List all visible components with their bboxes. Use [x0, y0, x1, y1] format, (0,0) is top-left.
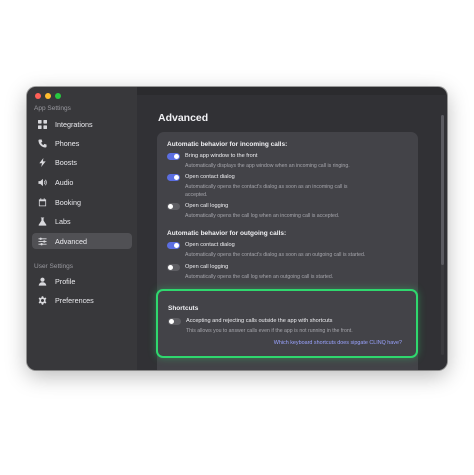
sidebar-item-labs[interactable]: Labs [32, 213, 132, 229]
maximize-window-button[interactable] [55, 93, 61, 99]
page-title: Advanced [158, 112, 209, 124]
toggle-knob [168, 204, 173, 209]
sidebar-item-label: Integrations [55, 119, 93, 129]
sidebar-item-label: Phones [55, 138, 80, 148]
minimize-window-button[interactable] [45, 93, 51, 99]
phone-icon [37, 138, 47, 148]
shortcuts-section: Shortcuts Accepting and rejecting calls … [156, 289, 418, 358]
scrollbar-thumb[interactable] [441, 115, 444, 265]
shortcuts-help-link[interactable]: Which keyboard shortcuts does sipgate CL… [274, 340, 402, 346]
option-label: Open call logging [185, 203, 229, 209]
sidebar-item-label: Boosts [55, 157, 77, 167]
speaker-icon [37, 177, 47, 187]
sidebar: App Settings Integrations Phones Boosts … [27, 87, 137, 370]
option-description: Automatically displays the app window wh… [185, 163, 350, 169]
sidebar-item-booking[interactable]: Booking [32, 194, 132, 210]
person-icon [37, 276, 47, 286]
gear-icon [37, 295, 47, 305]
option-label: Open contact dialog [185, 174, 235, 180]
flask-icon [37, 216, 47, 226]
sidebar-item-integrations[interactable]: Integrations [32, 116, 132, 132]
toggle-outgoing-call-logging[interactable] [167, 264, 180, 271]
toggle-knob [174, 243, 179, 248]
window-controls [35, 93, 61, 99]
close-window-button[interactable] [35, 93, 41, 99]
shortcuts-heading: Shortcuts [168, 305, 199, 312]
option-description: Automatically opens the call log when an… [185, 213, 340, 219]
sidebar-item-profile[interactable]: Profile [32, 273, 132, 289]
option-label: Accepting and rejecting calls outside th… [186, 318, 333, 324]
sidebar-item-label: Profile [55, 276, 76, 286]
toggle-knob [174, 154, 179, 159]
sidebar-item-boosts[interactable]: Boosts [32, 154, 132, 170]
sidebar-item-label: Preferences [55, 295, 94, 305]
option-description: This allows you to answer calls even if … [186, 328, 353, 334]
sidebar-item-advanced[interactable]: Advanced [32, 233, 132, 249]
toggle-knob [169, 319, 174, 324]
sidebar-item-label: Booking [55, 197, 81, 207]
option-label: Open call logging [185, 264, 229, 270]
sidebar-item-label: Advanced [55, 236, 87, 246]
toggle-outgoing-contact-dialog[interactable] [167, 242, 180, 249]
scrollbar[interactable] [441, 115, 444, 355]
option-description: Automatically opens the contact's dialog… [185, 184, 348, 190]
toggle-knob [174, 175, 179, 180]
option-description: Automatically opens the contact's dialog… [185, 252, 366, 258]
grid-icon [37, 119, 47, 129]
incoming-calls-heading: Automatic behavior for incoming calls: [167, 141, 288, 148]
option-description: Automatically opens the call log when an… [185, 274, 334, 280]
sidebar-item-label: Labs [55, 216, 71, 226]
toggle-knob [168, 265, 173, 270]
option-label: Bring app window to the front [185, 153, 258, 159]
toggle-incoming-call-logging[interactable] [167, 203, 180, 210]
user-settings-heading: User Settings [34, 263, 74, 270]
sliders-icon [37, 236, 47, 246]
calendar-icon [37, 197, 47, 207]
bolt-icon [37, 157, 47, 167]
option-description-continued: accepted. [185, 192, 208, 198]
toggle-bring-window-front[interactable] [167, 153, 180, 160]
sidebar-item-phones[interactable]: Phones [32, 135, 132, 151]
option-label: Open contact dialog [185, 242, 235, 248]
app-settings-heading: App Settings [34, 105, 71, 112]
sidebar-item-preferences[interactable]: Preferences [32, 292, 132, 308]
toggle-shortcuts[interactable] [168, 318, 181, 325]
toggle-incoming-contact-dialog[interactable] [167, 174, 180, 181]
sidebar-item-label: Audio [55, 177, 74, 187]
outgoing-calls-heading: Automatic behavior for outgoing calls: [167, 230, 287, 237]
sidebar-item-audio[interactable]: Audio [32, 174, 132, 190]
